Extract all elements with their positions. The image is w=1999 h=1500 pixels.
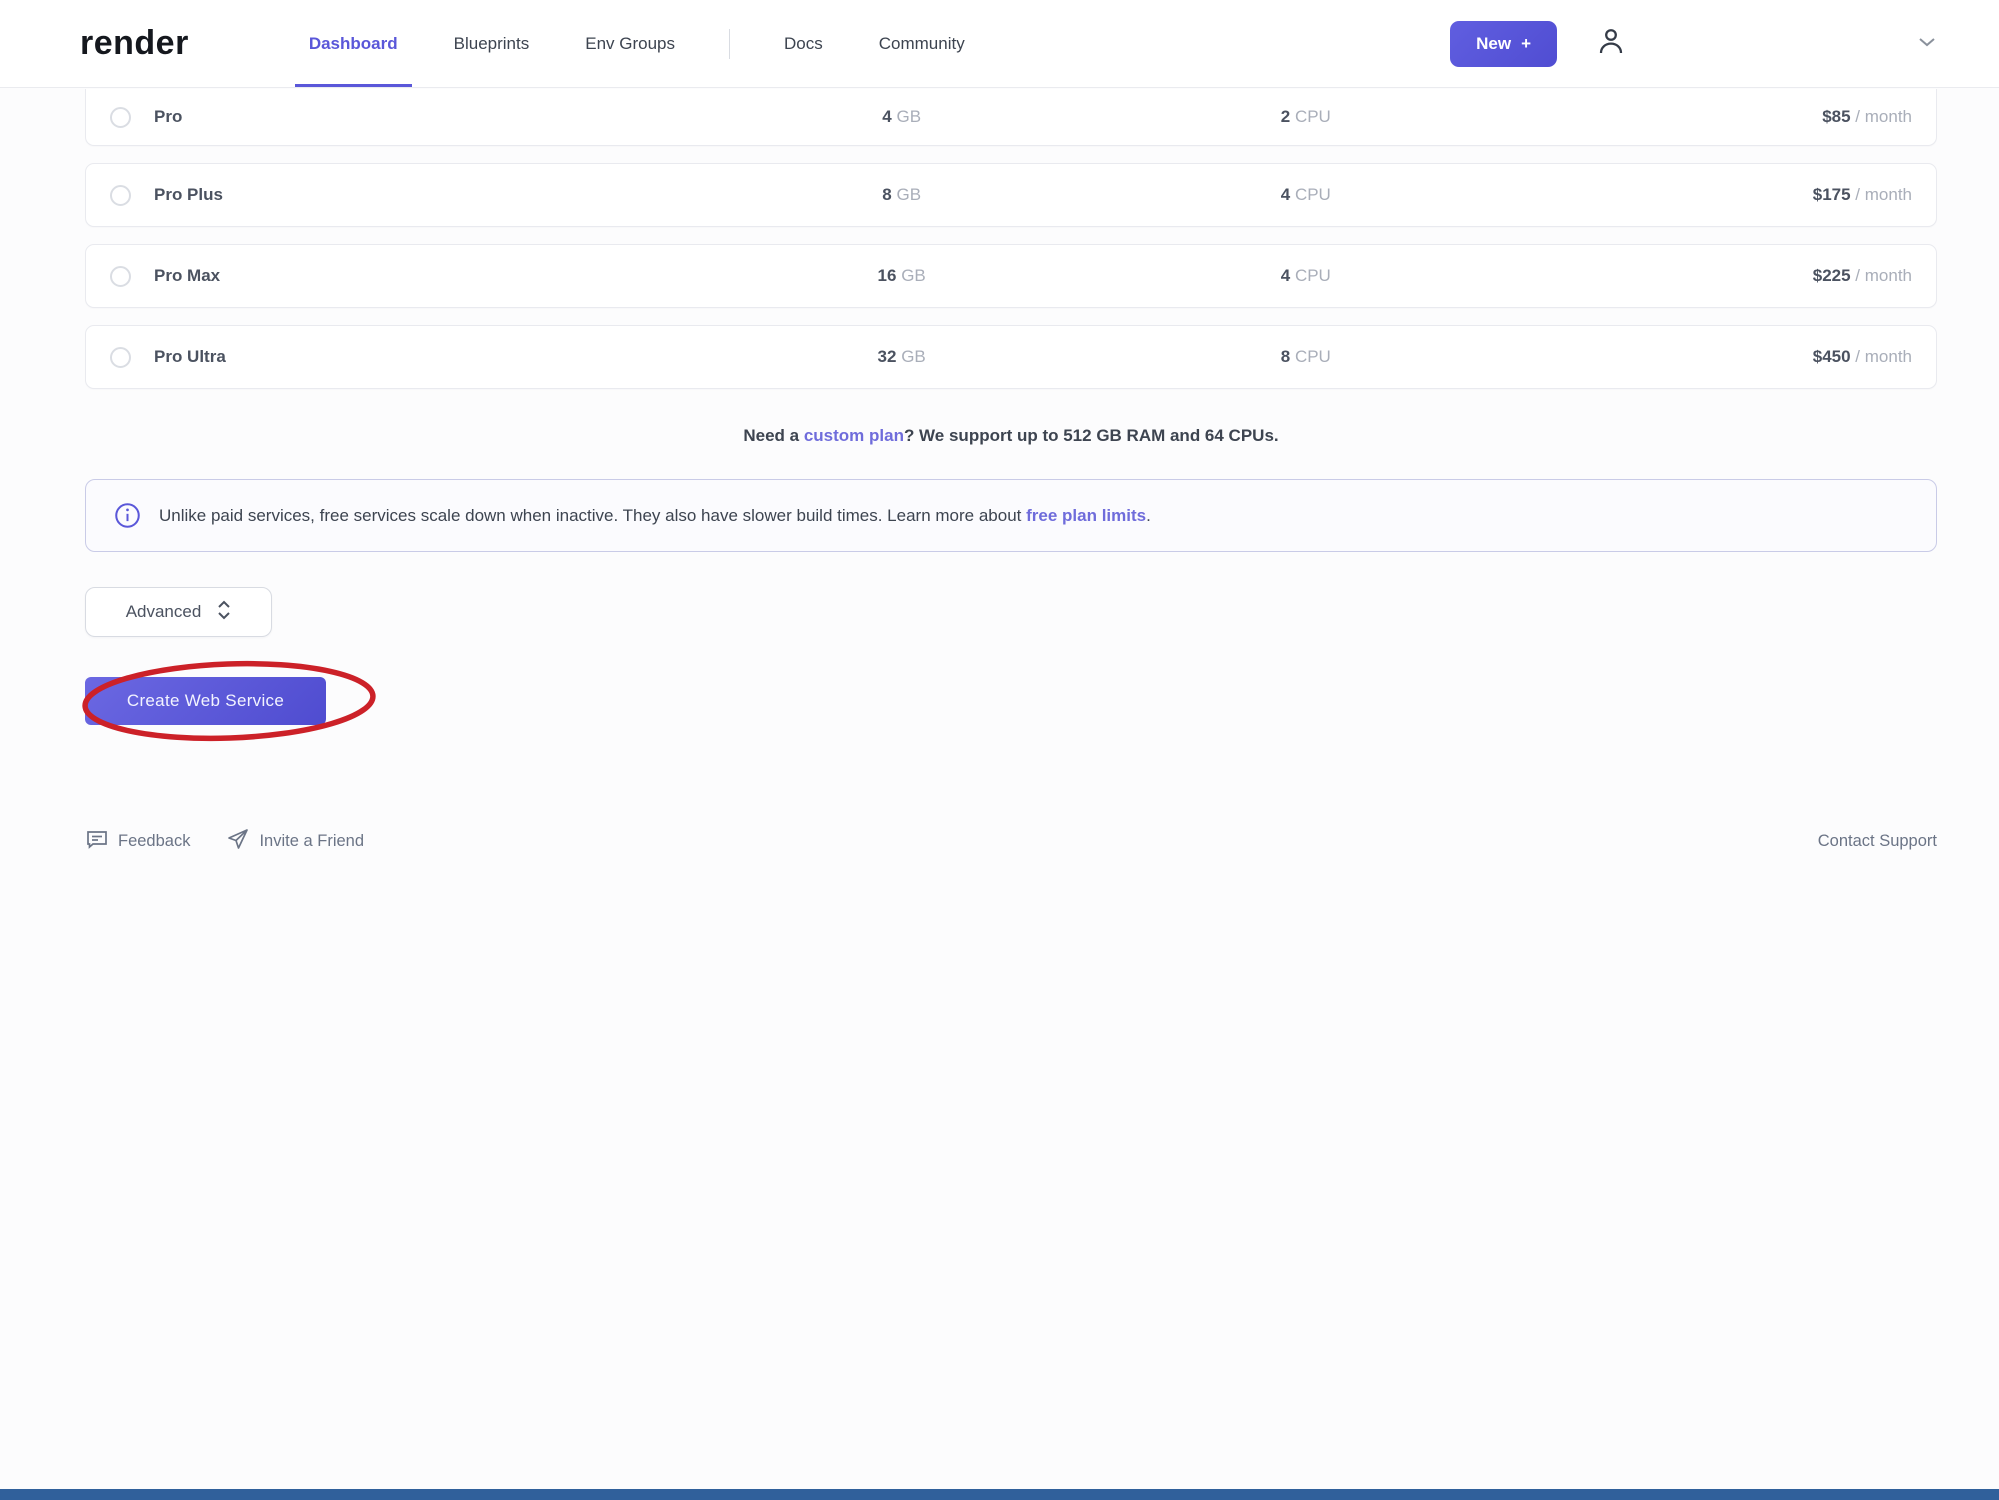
custom-plan-link[interactable]: custom plan xyxy=(804,426,904,445)
main-content: Pro 4 GB 2 CPU $85 / month Pro Plus 8 GB… xyxy=(0,88,1999,856)
invite-friend-link[interactable]: Invite a Friend xyxy=(226,827,364,856)
render-logo: render xyxy=(80,24,189,63)
plan-ram: 16 GB xyxy=(700,266,1104,286)
user-account-icon[interactable] xyxy=(1595,25,1627,62)
info-icon xyxy=(114,502,141,529)
create-web-service-button[interactable]: Create Web Service xyxy=(85,677,326,725)
feedback-link[interactable]: Feedback xyxy=(85,827,190,856)
create-section: Create Web Service xyxy=(85,659,405,755)
new-button[interactable]: New + xyxy=(1450,21,1557,67)
radio-button[interactable] xyxy=(110,185,131,206)
top-nav: render Dashboard Blueprints Env Groups D… xyxy=(0,0,1999,88)
advanced-toggle[interactable]: Advanced xyxy=(85,587,272,637)
custom-plan-note: Need a custom plan? We support up to 512… xyxy=(85,426,1937,446)
plan-ram: 32 GB xyxy=(700,347,1104,367)
plan-name: Pro Ultra xyxy=(154,347,700,367)
plan-cpu: 4 CPU xyxy=(1104,266,1508,286)
plan-row-pro-plus[interactable]: Pro Plus 8 GB 4 CPU $175 / month xyxy=(85,163,1937,227)
info-banner-text: Unlike paid services, free services scal… xyxy=(159,506,1151,526)
nav-blueprints[interactable]: Blueprints xyxy=(452,0,532,87)
paper-plane-icon xyxy=(226,827,250,856)
plan-price: $225 / month xyxy=(1508,266,1912,286)
nav-env-groups[interactable]: Env Groups xyxy=(583,0,677,87)
main-nav: Dashboard Blueprints Env Groups Docs Com… xyxy=(307,0,967,87)
nav-divider xyxy=(729,29,730,59)
contact-support-link[interactable]: Contact Support xyxy=(1818,832,1937,851)
plan-name: Pro xyxy=(154,107,700,127)
nav-docs[interactable]: Docs xyxy=(782,0,825,87)
plan-ram: 8 GB xyxy=(700,185,1104,205)
free-plan-info-banner: Unlike paid services, free services scal… xyxy=(85,479,1937,552)
plan-cpu: 2 CPU xyxy=(1104,107,1508,127)
page-footer: Feedback Invite a Friend Contact Support xyxy=(85,827,1937,856)
radio-button[interactable] xyxy=(110,347,131,368)
plus-icon: + xyxy=(1521,34,1531,54)
plan-price: $85 / month xyxy=(1508,107,1912,127)
plan-name: Pro Plus xyxy=(154,185,700,205)
plan-price: $450 / month xyxy=(1508,347,1912,367)
nav-dashboard[interactable]: Dashboard xyxy=(307,0,400,87)
plan-price: $175 / month xyxy=(1508,185,1912,205)
plan-row-pro-ultra[interactable]: Pro Ultra 32 GB 8 CPU $450 / month xyxy=(85,325,1937,389)
nav-community[interactable]: Community xyxy=(877,0,967,87)
plan-row-pro-max[interactable]: Pro Max 16 GB 4 CPU $225 / month xyxy=(85,244,1937,308)
chevron-up-down-icon xyxy=(217,600,231,625)
plan-list: Pro 4 GB 2 CPU $85 / month Pro Plus 8 GB… xyxy=(85,88,1937,389)
bottom-edge-bar xyxy=(0,1489,1999,1500)
feedback-icon xyxy=(85,827,109,856)
chevron-down-icon[interactable] xyxy=(1917,35,1937,53)
plan-ram: 4 GB xyxy=(700,107,1104,127)
free-plan-limits-link[interactable]: free plan limits xyxy=(1026,506,1146,525)
radio-button[interactable] xyxy=(110,266,131,287)
plan-row-pro[interactable]: Pro 4 GB 2 CPU $85 / month xyxy=(85,89,1937,146)
new-button-label: New xyxy=(1476,34,1511,54)
plan-cpu: 8 CPU xyxy=(1104,347,1508,367)
advanced-label: Advanced xyxy=(126,602,202,622)
radio-button[interactable] xyxy=(110,107,131,128)
plan-name: Pro Max xyxy=(154,266,700,286)
plan-cpu: 4 CPU xyxy=(1104,185,1508,205)
